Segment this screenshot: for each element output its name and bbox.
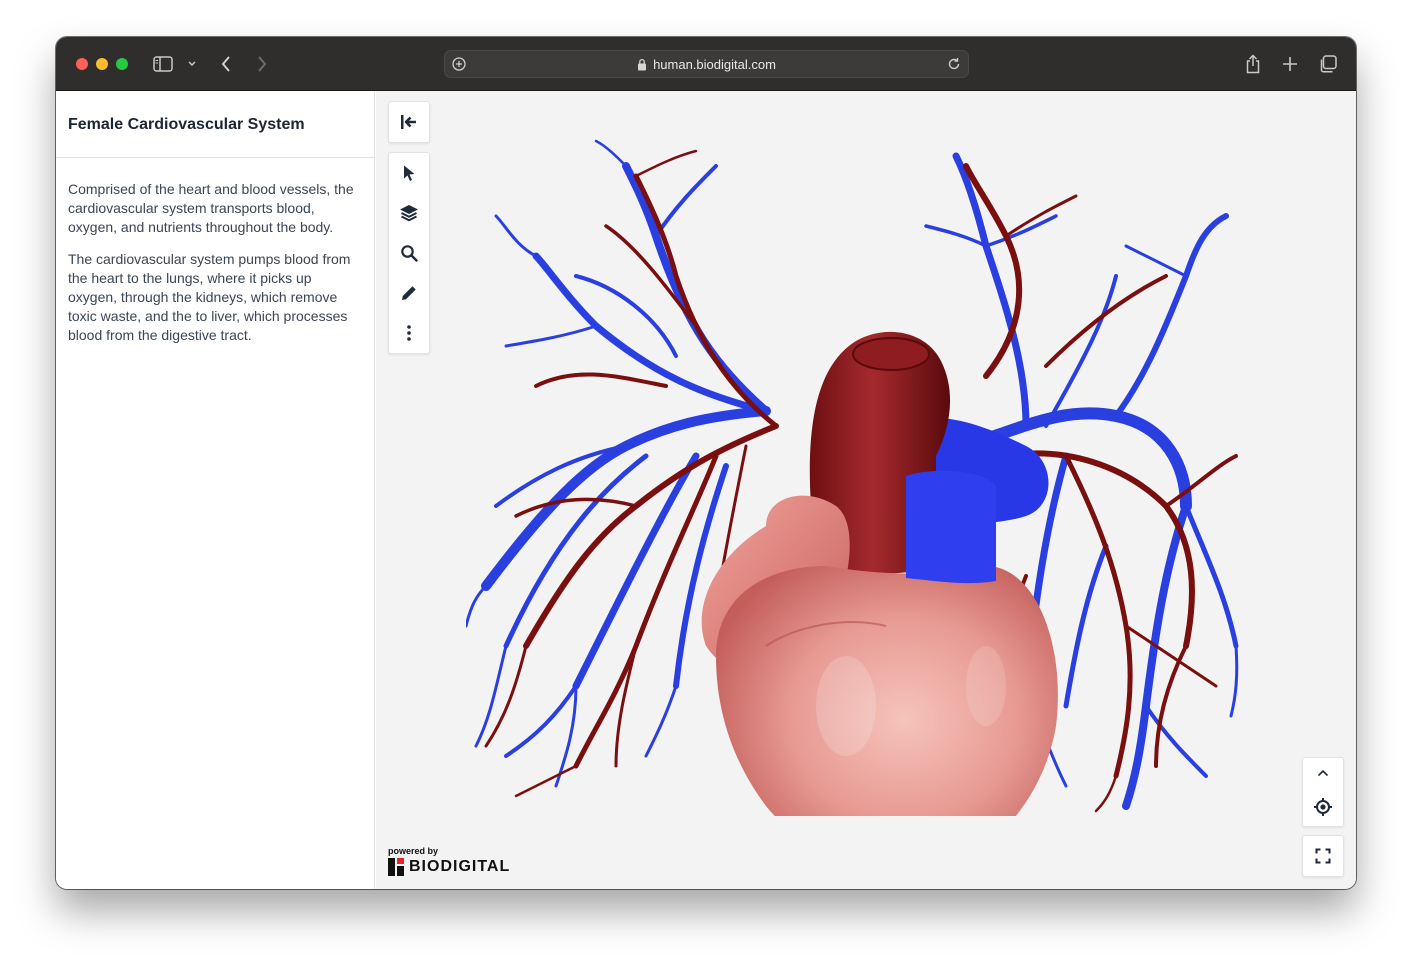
draw-icon[interactable] — [389, 273, 429, 313]
fullscreen-toolbox[interactable] — [1302, 835, 1344, 877]
chevron-down-icon[interactable] — [186, 57, 198, 71]
pulmonary-artery — [906, 470, 996, 584]
new-tab-icon[interactable] — [1280, 54, 1300, 74]
powered-by-label: powered by — [388, 846, 439, 856]
site-settings-icon[interactable] — [451, 56, 467, 75]
minimize-window-button[interactable] — [96, 58, 108, 70]
surface-highlight — [816, 656, 876, 756]
layers-icon[interactable] — [389, 193, 429, 233]
ventricles — [716, 566, 1058, 816]
panel-description: Comprised of the heart and blood vessels… — [56, 158, 374, 345]
navigation-controls — [1302, 757, 1344, 827]
heart-model[interactable] — [466, 126, 1246, 816]
chevron-up-icon[interactable] — [1303, 758, 1343, 788]
back-icon[interactable] — [218, 54, 234, 74]
reload-icon[interactable] — [946, 56, 962, 75]
share-icon[interactable] — [1242, 52, 1264, 76]
maximize-window-button[interactable] — [116, 58, 128, 70]
collapse-panel-toolbox[interactable] — [388, 101, 430, 143]
sidebar-toggle-icon[interactable] — [152, 54, 174, 74]
powered-by-branding[interactable]: powered by BIODIGITAL — [388, 846, 510, 876]
url-text: human.biodigital.com — [653, 56, 776, 72]
fullscreen-icon[interactable] — [1303, 836, 1343, 876]
lock-icon — [637, 58, 647, 71]
biodigital-logo-icon — [388, 858, 404, 876]
more-icon[interactable] — [389, 313, 429, 353]
aortic-arch-opening — [852, 337, 930, 371]
close-window-button[interactable] — [76, 58, 88, 70]
tool-palette — [388, 152, 430, 354]
3d-viewer[interactable]: powered by BIODIGITAL — [376, 91, 1356, 889]
address-bar[interactable]: human.biodigital.com — [444, 50, 969, 78]
locate-icon[interactable] — [1303, 788, 1343, 826]
search-icon[interactable] — [389, 233, 429, 273]
panel-title: Female Cardiovascular System — [56, 91, 374, 158]
collapse-panel-icon[interactable] — [389, 102, 429, 142]
brand-name: BIODIGITAL — [409, 858, 511, 875]
description-paragraph: The cardiovascular system pumps blood fr… — [68, 251, 351, 343]
browser-window: human.biodigital.com Female Cardiovascul… — [56, 37, 1356, 889]
surface-highlight — [966, 646, 1006, 726]
info-panel: Female Cardiovascular System Comprised o… — [56, 91, 375, 889]
description-paragraph: Comprised of the heart and blood vessels… — [68, 181, 354, 235]
browser-titlebar: human.biodigital.com — [56, 37, 1356, 91]
select-icon[interactable] — [389, 153, 429, 193]
tab-overview-icon[interactable] — [1317, 54, 1339, 74]
forward-icon[interactable] — [254, 54, 270, 74]
